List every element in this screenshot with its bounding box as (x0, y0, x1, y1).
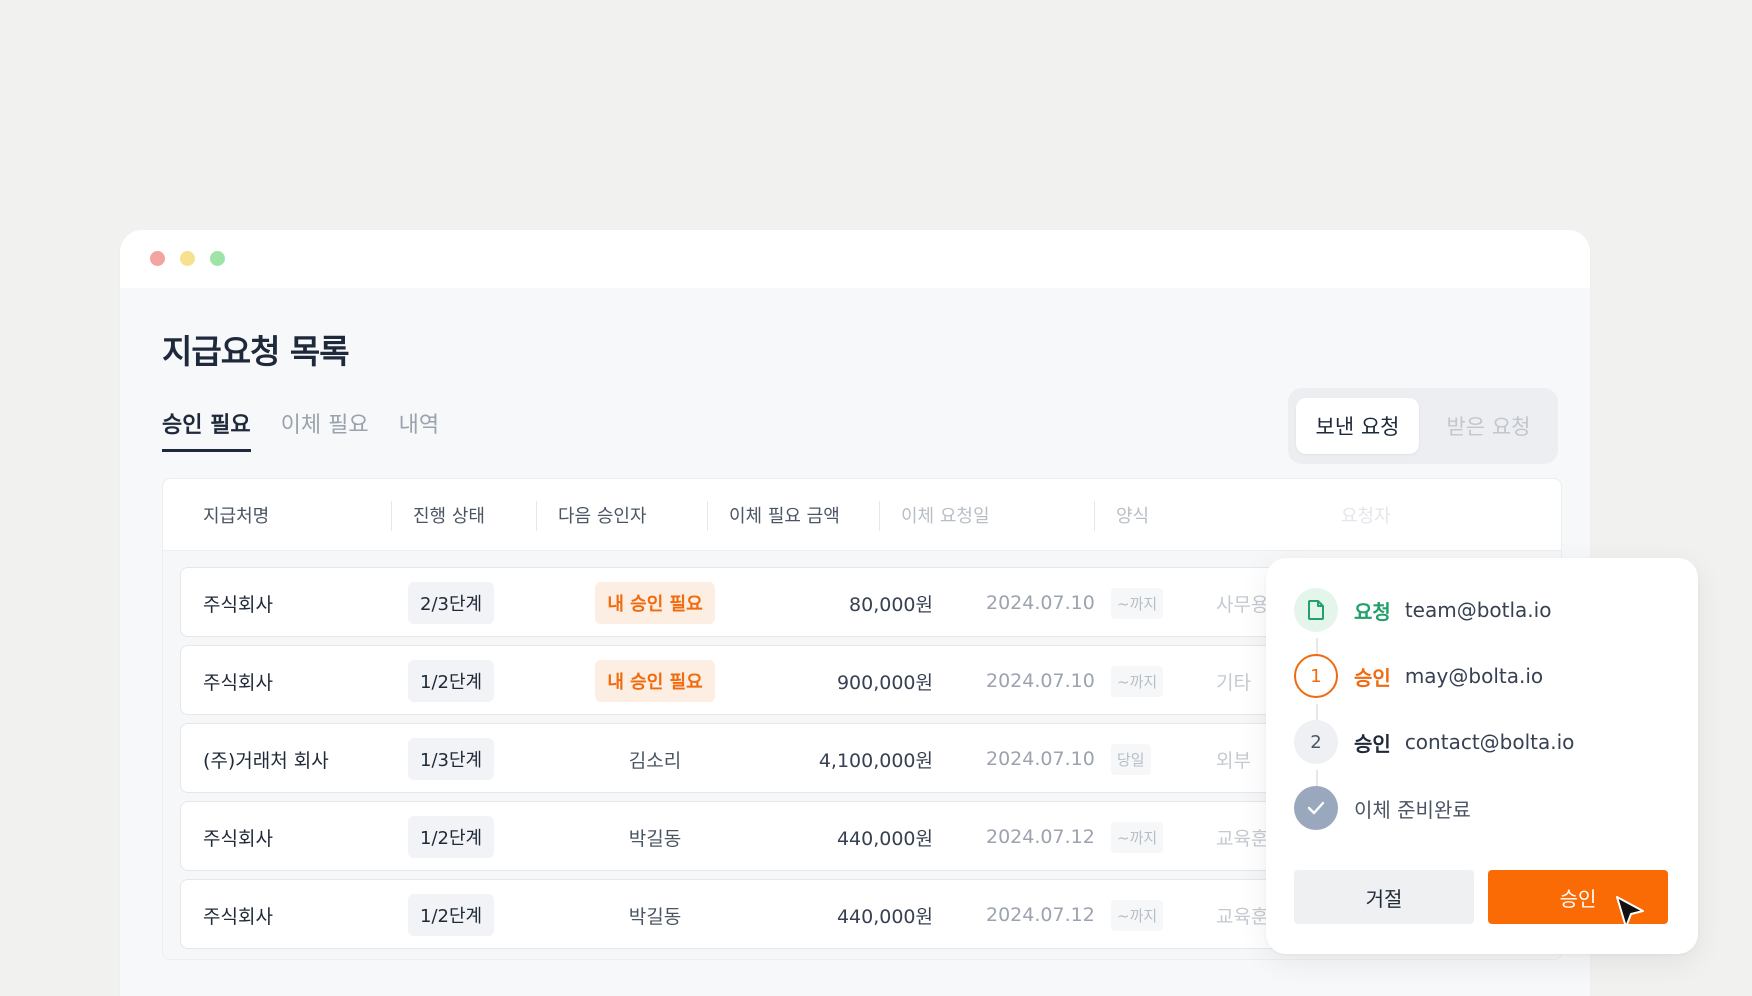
check-icon (1294, 786, 1338, 830)
step-role-label: 승인 (1354, 731, 1391, 756)
transfer-amount: 900,000원 (836, 671, 933, 694)
my-approval-badge: 내 승인 필요 (595, 660, 715, 702)
request-date: 2024.07.10 (986, 592, 1095, 614)
step-approval-1: 1 승인 may@bolta.io (1294, 654, 1543, 698)
step-approval-2: 2 승인 contact@bolta.io (1294, 720, 1574, 764)
next-approver-cell: 박길동 (561, 802, 749, 872)
step-status-label: 이체 준비완료 (1354, 797, 1471, 822)
stage-badge: 1/3단계 (408, 738, 495, 780)
tab-bar: 승인 필요 이체 필요 내역 (162, 407, 439, 452)
step-number: 2 (1294, 720, 1338, 764)
due-tag: ~까지 (1111, 665, 1164, 697)
request-date: 2024.07.10 (986, 748, 1095, 770)
header-request-date[interactable]: 이체 요청일 (879, 479, 990, 551)
step-number: 1 (1294, 654, 1338, 698)
tab-transfer-needed[interactable]: 이체 필요 (281, 407, 369, 452)
payee-name: (주)거래처 회사 (203, 749, 329, 772)
request-date: 2024.07.12 (986, 904, 1095, 926)
form-type: 교육훈 (1216, 905, 1269, 928)
sent-requests-button[interactable]: 보낸 요청 (1296, 398, 1419, 454)
transfer-amount: 440,000원 (836, 827, 933, 850)
due-cell: ~까지 (1111, 568, 1164, 638)
header-payee[interactable]: 지급처명 (203, 479, 269, 551)
stage-badge: 1/2단계 (408, 660, 495, 702)
payee-name: 주식회사 (203, 827, 273, 850)
header-requester[interactable]: 요청자 (1341, 479, 1391, 551)
table-row[interactable]: 주식회사 1/2단계 박길동 440,000원 2024.07.12 ~까지 교… (180, 879, 1380, 949)
due-tag: ~까지 (1111, 821, 1164, 853)
step-request: 요청 team@botla.io (1294, 588, 1551, 632)
header-status[interactable]: 진행 상태 (391, 479, 485, 551)
transfer-amount: 440,000원 (836, 905, 933, 928)
page-title: 지급요청 목록 (162, 332, 350, 371)
form-type: 기타 (1216, 671, 1251, 694)
payee-name: 주식회사 (203, 905, 273, 928)
reject-button[interactable]: 거절 (1294, 870, 1474, 924)
my-approval-badge: 내 승인 필요 (595, 582, 715, 624)
received-requests-button[interactable]: 받은 요청 (1427, 398, 1550, 454)
stage-cell: 1/2단계 (408, 880, 495, 950)
step-role-label: 요청 (1354, 599, 1391, 624)
due-cell: ~까지 (1111, 646, 1164, 716)
payee-name: 주식회사 (203, 593, 273, 616)
step-email: team@botla.io (1404, 598, 1552, 622)
request-date: 2024.07.12 (986, 826, 1095, 848)
stage-cell: 1/2단계 (408, 646, 495, 716)
next-approver-cell: 박길동 (561, 880, 749, 950)
due-cell: 당일 (1111, 724, 1151, 794)
form-type: 사무용 (1216, 593, 1269, 616)
due-tag: ~까지 (1111, 587, 1164, 619)
approver-name: 김소리 (628, 749, 682, 772)
minimize-window-dot[interactable] (180, 251, 195, 266)
step-email: may@bolta.io (1404, 664, 1544, 688)
due-cell: ~까지 (1111, 880, 1164, 950)
approval-popup: 요청 team@botla.io 1 승인 may@bolta.io 2 승인 … (1266, 558, 1698, 954)
form-type: 교육훈 (1216, 827, 1269, 850)
maximize-window-dot[interactable] (210, 251, 225, 266)
table-row[interactable]: 주식회사 1/2단계 박길동 440,000원 2024.07.12 ~까지 교… (180, 801, 1380, 871)
request-direction-toggle: 보낸 요청 받은 요청 (1288, 388, 1558, 464)
approver-name: 박길동 (628, 905, 682, 928)
document-icon (1294, 588, 1338, 632)
form-type: 외부 (1216, 749, 1251, 772)
header-form[interactable]: 양식 (1093, 479, 1149, 551)
stage-cell: 2/3단계 (408, 568, 495, 638)
table-row[interactable]: 주식회사 1/2단계 내 승인 필요 900,000원 2024.07.10 ~… (180, 645, 1380, 715)
table-row[interactable]: 주식회사 2/3단계 내 승인 필요 80,000원 2024.07.10 ~까… (180, 567, 1380, 637)
header-amount[interactable]: 이체 필요 금액 (707, 479, 840, 551)
header-next-approver[interactable]: 다음 승인자 (536, 479, 647, 551)
step-email: contact@bolta.io (1404, 730, 1575, 754)
stage-badge: 1/2단계 (408, 816, 495, 858)
tab-approval-needed[interactable]: 승인 필요 (162, 407, 251, 452)
transfer-amount: 80,000원 (849, 593, 933, 616)
next-approver-cell: 내 승인 필요 (561, 646, 749, 716)
due-cell: ~까지 (1111, 802, 1164, 872)
payee-name: 주식회사 (203, 671, 273, 694)
step-transfer-ready: 이체 준비완료 (1294, 786, 1471, 830)
stage-badge: 1/2단계 (408, 894, 495, 936)
table-row[interactable]: (주)거래처 회사 1/3단계 김소리 4,100,000원 2024.07.1… (180, 723, 1380, 793)
next-approver-cell: 내 승인 필요 (561, 568, 749, 638)
next-approver-cell: 김소리 (561, 724, 749, 794)
mouse-cursor-icon (1616, 896, 1644, 928)
stage-cell: 1/2단계 (408, 802, 495, 872)
table-header: 지급처명 진행 상태 다음 승인자 이체 필요 금액 이체 요청일 양식 요청자 (163, 479, 1561, 551)
approver-name: 박길동 (628, 827, 682, 850)
close-window-dot[interactable] (150, 251, 165, 266)
window-titlebar (120, 230, 1590, 288)
due-tag: 당일 (1111, 743, 1151, 775)
step-role-label: 승인 (1354, 665, 1391, 690)
request-date: 2024.07.10 (986, 670, 1095, 692)
stage-badge: 2/3단계 (408, 582, 495, 624)
stage-cell: 1/3단계 (408, 724, 495, 794)
tab-history[interactable]: 내역 (399, 407, 439, 452)
due-tag: ~까지 (1111, 899, 1164, 931)
transfer-amount: 4,100,000원 (818, 749, 933, 772)
